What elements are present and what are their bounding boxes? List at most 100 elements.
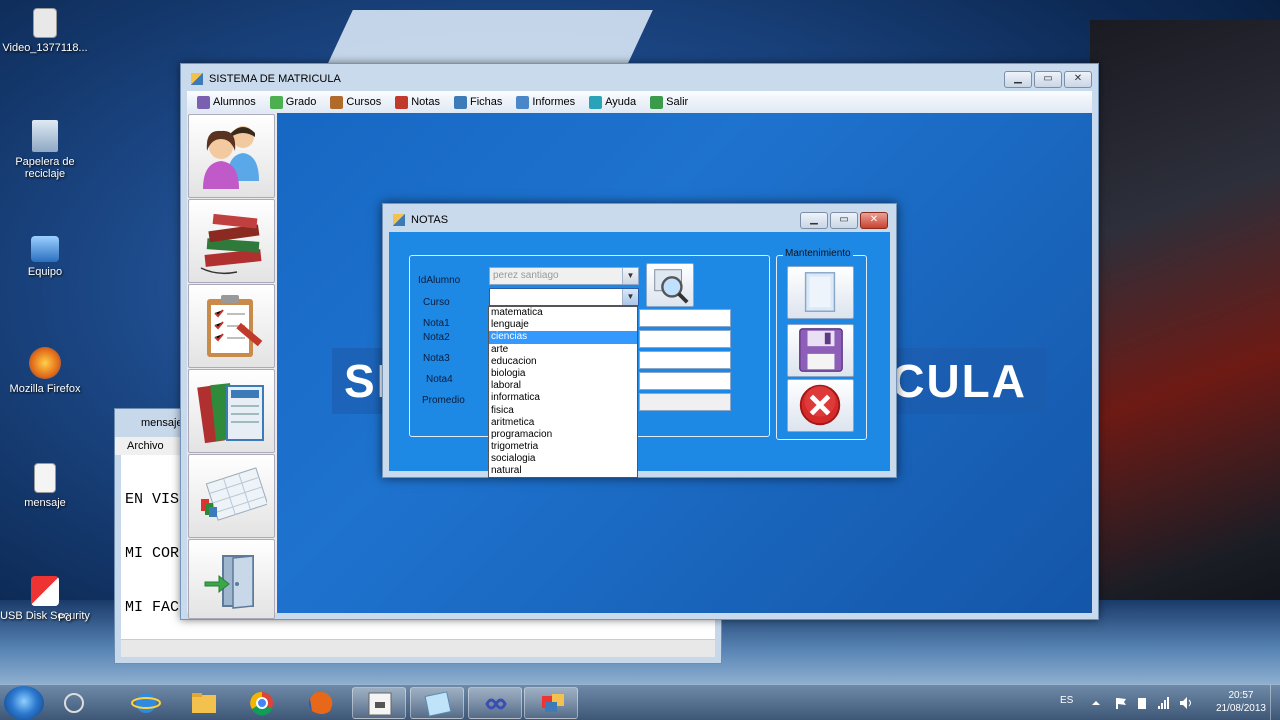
search-button[interactable]: [646, 263, 694, 307]
sidebar-exit-button[interactable]: [188, 539, 275, 619]
menu-fichas[interactable]: Fichas: [453, 95, 502, 109]
nota1-label: Nota1: [423, 318, 450, 329]
sidebar-books-button[interactable]: [188, 199, 275, 283]
nota3-label: Nota3: [423, 353, 450, 364]
nota4-input[interactable]: [639, 372, 731, 390]
course-option[interactable]: socialogia: [489, 453, 637, 465]
internet-explorer-icon: [131, 693, 161, 713]
taskbar-sistema-matricula[interactable]: [524, 687, 578, 719]
nota1-input[interactable]: [639, 309, 731, 327]
taskbar-notepad[interactable]: [410, 687, 464, 719]
notepad-scrollbar[interactable]: [121, 639, 715, 657]
taskbar-app-window[interactable]: [352, 687, 406, 719]
new-button[interactable]: [787, 266, 854, 319]
desktop-icon-mensaje[interactable]: mensaje: [0, 463, 90, 509]
course-option[interactable]: natural: [489, 465, 637, 477]
taskbar-ie[interactable]: [118, 687, 172, 719]
course-option[interactable]: educacion: [489, 356, 637, 368]
course-option[interactable]: informatica: [489, 392, 637, 404]
menu-salir[interactable]: Salir: [650, 95, 688, 109]
main-window-titlebar[interactable]: SISTEMA DE MATRICULA: [181, 64, 1098, 90]
cancel-button[interactable]: [787, 379, 854, 432]
promedio-label: Promedio: [422, 395, 465, 406]
video-file-icon: [33, 8, 57, 38]
course-option[interactable]: arte: [489, 344, 637, 356]
spreadsheet-icon: [201, 467, 267, 521]
notas-minimize-button[interactable]: ▁: [800, 212, 828, 229]
main-window-title: SISTEMA DE MATRICULA: [209, 73, 341, 85]
chevron-down-icon[interactable]: ▼: [622, 289, 638, 305]
menu-cursos[interactable]: Cursos: [330, 95, 381, 109]
floppy-disk-icon: [799, 328, 843, 372]
signal-icon: [1158, 697, 1169, 709]
notepad-icon: [424, 691, 452, 717]
close-button[interactable]: ✕: [1064, 71, 1092, 88]
curso-dropdown-list[interactable]: matematica lenguaje ciencias arte educac…: [488, 306, 638, 478]
chrome-icon: [250, 691, 273, 716]
desktop-icon-video[interactable]: Video_1377118...: [0, 8, 90, 54]
menu-grado[interactable]: Grado: [269, 95, 316, 109]
firefox-icon: [309, 691, 333, 714]
sidebar: [187, 113, 277, 619]
students-icon: [197, 95, 210, 109]
desktop-icon-partial[interactable]: Po: [58, 612, 98, 624]
minimize-button[interactable]: ▁: [1004, 71, 1032, 88]
course-option[interactable]: lenguaje: [489, 319, 637, 331]
help-icon: [589, 95, 603, 109]
menu-informes[interactable]: Informes: [516, 95, 575, 109]
notas-maximize-button[interactable]: ▭: [830, 212, 858, 229]
firefox-icon: [29, 347, 61, 379]
save-button[interactable]: [787, 324, 854, 377]
device-icon: [1138, 698, 1146, 709]
new-document-icon: [804, 272, 836, 312]
course-option[interactable]: matematica: [489, 307, 637, 319]
close-circle-icon: [799, 384, 841, 426]
taskbar-explorer[interactable]: [176, 687, 230, 719]
maximize-button[interactable]: ▭: [1034, 71, 1062, 88]
nota2-input[interactable]: [639, 330, 731, 348]
window-app-icon: [368, 692, 392, 716]
notas-dialog[interactable]: NOTAS ▁ ▭ ✕ Mantenimiento IdAlumno Curso…: [382, 203, 897, 478]
sidebar-report-button[interactable]: [188, 454, 275, 538]
taskbar-app-1[interactable]: [48, 687, 102, 719]
language-indicator[interactable]: ES: [1060, 695, 1073, 706]
course-option[interactable]: trigometria: [489, 441, 637, 453]
idalumno-label: IdAlumno: [418, 275, 461, 286]
sidebar-students-button[interactable]: [188, 114, 275, 198]
show-desktop-button[interactable]: [1270, 685, 1280, 720]
books-icon: [200, 213, 262, 275]
notas-close-button[interactable]: ✕: [860, 212, 888, 229]
course-option[interactable]: fisica: [489, 405, 637, 417]
clock[interactable]: 20:57 21/08/2013: [1216, 689, 1266, 715]
start-button[interactable]: [4, 686, 44, 720]
course-option[interactable]: biologia: [489, 368, 637, 380]
nota4-label: Nota4: [426, 374, 453, 385]
curso-combobox[interactable]: ▼: [489, 288, 639, 306]
volume-icon: [1180, 697, 1191, 709]
menu-ayuda[interactable]: Ayuda: [589, 95, 636, 109]
desktop-icon-firefox[interactable]: Mozilla Firefox: [0, 347, 90, 395]
menu-notas[interactable]: Notas: [395, 95, 440, 109]
course-option[interactable]: programacion: [489, 429, 637, 441]
courses-icon: [330, 95, 344, 109]
tray-icons: [1092, 697, 1191, 709]
course-option[interactable]: aritmetica: [489, 417, 637, 429]
sidebar-clipboard-button[interactable]: [188, 284, 275, 368]
course-option-selected[interactable]: ciencias: [489, 331, 637, 344]
notas-title: NOTAS: [411, 214, 449, 226]
infinity-icon: [485, 698, 507, 710]
desktop-icon-computer[interactable]: Equipo: [0, 236, 90, 278]
taskbar-chrome[interactable]: [234, 687, 288, 719]
nota3-input[interactable]: [639, 351, 731, 369]
sidebar-records-button[interactable]: [188, 369, 275, 453]
nota2-label: Nota2: [423, 332, 450, 343]
course-option[interactable]: laboral: [489, 380, 637, 392]
chevron-down-icon[interactable]: ▼: [622, 268, 638, 284]
clipboard-icon: [207, 295, 263, 357]
taskbar-visual-studio[interactable]: [468, 687, 522, 719]
desktop-icon-recycle-bin[interactable]: Papelera de reciclaje: [0, 120, 90, 180]
menu-alumnos[interactable]: Alumnos: [197, 95, 256, 109]
idalumno-combobox[interactable]: perez santiago ▼: [489, 267, 639, 285]
maintenance-legend: Mantenimiento: [783, 248, 853, 259]
taskbar-firefox[interactable]: [292, 687, 346, 719]
